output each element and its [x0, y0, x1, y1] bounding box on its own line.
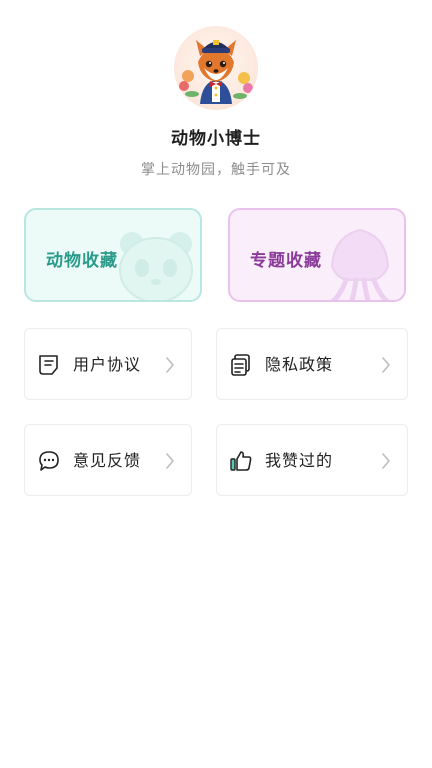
- privacy-policy-label: 隐私政策: [265, 355, 334, 374]
- topic-collection-label: 专题收藏: [250, 251, 322, 271]
- avatar: [174, 26, 258, 110]
- animal-collection-label: 动物收藏: [46, 251, 118, 271]
- fox-captain-avatar-icon: [179, 40, 253, 104]
- squid-icon: [330, 228, 390, 300]
- chat-bubble-icon: [39, 451, 59, 471]
- document-list-icon: [39, 355, 58, 375]
- privacy-policy-item[interactable]: 隐私政策: [216, 328, 408, 400]
- document-stack-icon: [231, 354, 250, 376]
- feedback-label: 意见反馈: [73, 451, 142, 470]
- thumbs-up-icon: [230, 451, 252, 471]
- feedback-item[interactable]: 意见反馈: [24, 424, 192, 496]
- chevron-right-icon: [166, 357, 174, 373]
- user-agreement-label: 用户协议: [73, 355, 142, 374]
- user-agreement-item[interactable]: 用户协议: [24, 328, 192, 400]
- app-subtitle: 掌上动物园，触手可及: [141, 162, 291, 178]
- liked-label: 我赞过的: [265, 451, 334, 470]
- topic-collection-card[interactable]: 专题收藏: [228, 208, 406, 302]
- liked-item[interactable]: 我赞过的: [216, 424, 408, 496]
- chevron-right-icon: [382, 357, 390, 373]
- chevron-right-icon: [382, 453, 390, 469]
- app-title: 动物小博士: [171, 129, 261, 149]
- animal-collection-card[interactable]: 动物收藏: [24, 208, 202, 302]
- chevron-right-icon: [166, 453, 174, 469]
- panda-icon: [119, 232, 193, 300]
